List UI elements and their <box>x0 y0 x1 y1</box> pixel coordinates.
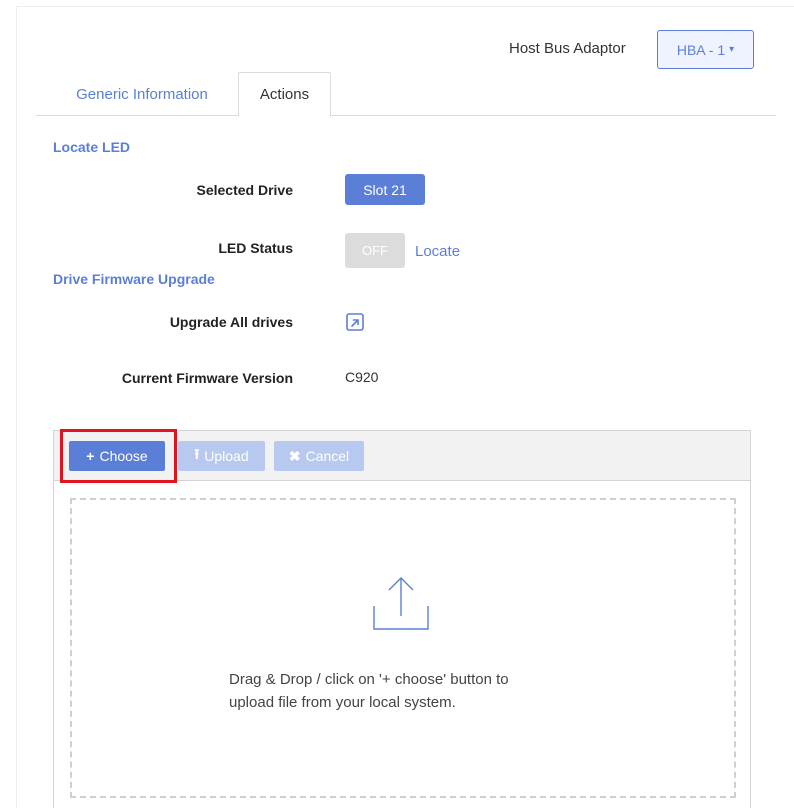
upload-button-label: Upload <box>204 448 249 464</box>
upload-icon <box>373 577 429 630</box>
current-firmware-version-label: Current Firmware Version <box>121 370 293 386</box>
selected-drive-button[interactable]: Slot 21 <box>345 174 425 205</box>
choose-button[interactable]: + Choose <box>69 441 165 471</box>
chevron-down-icon: ▾ <box>729 44 735 55</box>
close-icon: ✖ <box>288 447 301 464</box>
led-status-label: LED Status <box>218 240 293 256</box>
current-firmware-version-value: C920 <box>345 369 379 385</box>
uploader-toolbar: + Choose ⭱ Upload ✖ Cancel <box>54 431 750 481</box>
drop-instructions-line2: upload file from your local system. <box>229 694 456 711</box>
drive-firmware-upgrade-title: Drive Firmware Upgrade <box>53 271 215 287</box>
choose-button-label: Choose <box>99 448 148 464</box>
hba-select-value: HBA - 1 <box>676 41 726 58</box>
led-status-toggle[interactable]: OFF <box>345 233 405 268</box>
drop-zone[interactable] <box>70 498 736 798</box>
tab-actions[interactable]: Actions <box>238 72 331 117</box>
hba-select[interactable]: HBA - 1 ▾ <box>657 30 754 69</box>
selected-drive-label: Selected Drive <box>196 182 294 198</box>
locate-led-title: Locate LED <box>53 139 131 155</box>
upload-button[interactable]: ⭱ Upload <box>178 441 265 471</box>
tab-generic-information[interactable]: Generic Information <box>52 72 232 116</box>
upload-small-icon: ⭱ <box>194 446 200 462</box>
upgrade-all-drives-label: Upgrade All drives <box>169 314 293 330</box>
cancel-button-label: Cancel <box>305 448 350 464</box>
cancel-button[interactable]: ✖ Cancel <box>274 441 364 471</box>
drop-instructions: Drag & Drop / click on '+ choose' button… <box>229 668 609 714</box>
external-link-icon[interactable] <box>345 312 365 332</box>
drop-instructions-line1: Drag & Drop / click on '+ choose' button… <box>229 671 509 688</box>
plus-icon: + <box>86 448 95 464</box>
hba-label: Host Bus Adaptor <box>509 40 626 57</box>
locate-link[interactable]: Locate <box>415 243 460 260</box>
